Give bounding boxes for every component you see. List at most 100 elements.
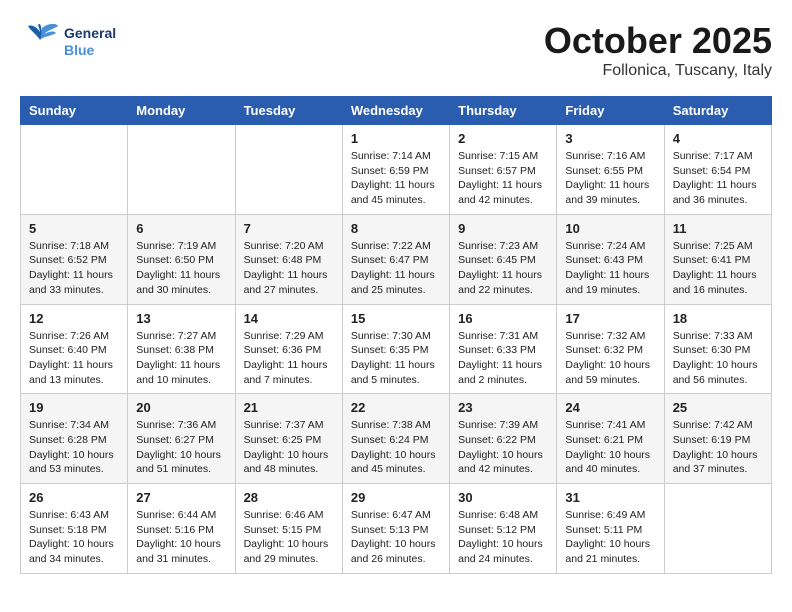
day-info: Sunrise: 7:22 AM Sunset: 6:47 PM Dayligh…	[351, 239, 441, 298]
day-number: 30	[458, 490, 548, 505]
calendar-day: 14 Sunrise: 7:29 AM Sunset: 6:36 PM Dayli…	[235, 304, 342, 394]
calendar-empty	[235, 125, 342, 215]
day-number: 10	[565, 221, 655, 236]
day-number: 23	[458, 400, 548, 415]
day-number: 5	[29, 221, 119, 236]
day-info: Sunrise: 7:26 AM Sunset: 6:40 PM Dayligh…	[29, 329, 119, 388]
day-number: 19	[29, 400, 119, 415]
day-of-week-header: Friday	[557, 97, 664, 125]
day-number: 15	[351, 311, 441, 326]
day-info: Sunrise: 7:36 AM Sunset: 6:27 PM Dayligh…	[136, 418, 226, 477]
day-info: Sunrise: 7:23 AM Sunset: 6:45 PM Dayligh…	[458, 239, 548, 298]
day-number: 8	[351, 221, 441, 236]
calendar-day: 11 Sunrise: 7:25 AM Sunset: 6:41 PM Dayli…	[664, 214, 771, 304]
day-number: 22	[351, 400, 441, 415]
logo-line2: Blue	[64, 42, 116, 59]
day-number: 17	[565, 311, 655, 326]
day-number: 1	[351, 131, 441, 146]
day-number: 13	[136, 311, 226, 326]
calendar-day: 13 Sunrise: 7:27 AM Sunset: 6:38 PM Dayli…	[128, 304, 235, 394]
day-number: 18	[673, 311, 763, 326]
day-number: 29	[351, 490, 441, 505]
calendar-day: 24 Sunrise: 7:41 AM Sunset: 6:21 PM Dayli…	[557, 394, 664, 484]
day-info: Sunrise: 7:16 AM Sunset: 6:55 PM Dayligh…	[565, 149, 655, 208]
title-block: October 2025 Follonica, Tuscany, Italy	[544, 20, 772, 80]
day-info: Sunrise: 7:17 AM Sunset: 6:54 PM Dayligh…	[673, 149, 763, 208]
day-number: 16	[458, 311, 548, 326]
day-number: 27	[136, 490, 226, 505]
calendar-day: 22 Sunrise: 7:38 AM Sunset: 6:24 PM Dayli…	[342, 394, 449, 484]
location: Follonica, Tuscany, Italy	[544, 62, 772, 80]
day-number: 6	[136, 221, 226, 236]
day-info: Sunrise: 7:42 AM Sunset: 6:19 PM Dayligh…	[673, 418, 763, 477]
day-number: 21	[244, 400, 334, 415]
day-info: Sunrise: 7:38 AM Sunset: 6:24 PM Dayligh…	[351, 418, 441, 477]
calendar-day: 3 Sunrise: 7:16 AM Sunset: 6:55 PM Daylig…	[557, 125, 664, 215]
calendar-day: 23 Sunrise: 7:39 AM Sunset: 6:22 PM Dayli…	[450, 394, 557, 484]
calendar-day: 15 Sunrise: 7:30 AM Sunset: 6:35 PM Dayli…	[342, 304, 449, 394]
day-info: Sunrise: 7:34 AM Sunset: 6:28 PM Dayligh…	[29, 418, 119, 477]
day-number: 7	[244, 221, 334, 236]
day-info: Sunrise: 7:32 AM Sunset: 6:32 PM Dayligh…	[565, 329, 655, 388]
day-number: 11	[673, 221, 763, 236]
day-info: Sunrise: 6:47 AM Sunset: 5:13 PM Dayligh…	[351, 508, 441, 567]
calendar-day: 5Sunrise: 7:18 AM Sunset: 6:52 PM Daylig…	[21, 214, 128, 304]
calendar-day: 4 Sunrise: 7:17 AM Sunset: 6:54 PM Daylig…	[664, 125, 771, 215]
day-number: 3	[565, 131, 655, 146]
day-info: Sunrise: 7:41 AM Sunset: 6:21 PM Dayligh…	[565, 418, 655, 477]
day-info: Sunrise: 7:37 AM Sunset: 6:25 PM Dayligh…	[244, 418, 334, 477]
calendar-day: 9 Sunrise: 7:23 AM Sunset: 6:45 PM Daylig…	[450, 214, 557, 304]
calendar-day: 25 Sunrise: 7:42 AM Sunset: 6:19 PM Dayli…	[664, 394, 771, 484]
calendar-table: SundayMondayTuesdayWednesdayThursdayFrid…	[20, 96, 772, 574]
calendar-day: 21 Sunrise: 7:37 AM Sunset: 6:25 PM Dayli…	[235, 394, 342, 484]
calendar-empty	[21, 125, 128, 215]
day-info: Sunrise: 7:30 AM Sunset: 6:35 PM Dayligh…	[351, 329, 441, 388]
calendar-day: 18 Sunrise: 7:33 AM Sunset: 6:30 PM Dayli…	[664, 304, 771, 394]
day-info: Sunrise: 7:14 AM Sunset: 6:59 PM Dayligh…	[351, 149, 441, 208]
day-info: Sunrise: 6:49 AM Sunset: 5:11 PM Dayligh…	[565, 508, 655, 567]
day-info: Sunrise: 7:20 AM Sunset: 6:48 PM Dayligh…	[244, 239, 334, 298]
day-info: Sunrise: 7:19 AM Sunset: 6:50 PM Dayligh…	[136, 239, 226, 298]
calendar-day: 19 Sunrise: 7:34 AM Sunset: 6:28 PM Dayli…	[21, 394, 128, 484]
calendar-empty	[128, 125, 235, 215]
day-info: Sunrise: 6:43 AM Sunset: 5:18 PM Dayligh…	[29, 508, 119, 567]
day-number: 9	[458, 221, 548, 236]
calendar-day: 16Sunrise: 7:31 AM Sunset: 6:33 PM Dayli…	[450, 304, 557, 394]
day-info: Sunrise: 7:27 AM Sunset: 6:38 PM Dayligh…	[136, 329, 226, 388]
day-info: Sunrise: 7:25 AM Sunset: 6:41 PM Dayligh…	[673, 239, 763, 298]
day-of-week-header: Saturday	[664, 97, 771, 125]
day-info: Sunrise: 7:39 AM Sunset: 6:22 PM Dayligh…	[458, 418, 548, 477]
calendar-day: 26Sunrise: 6:43 AM Sunset: 5:18 PM Dayli…	[21, 484, 128, 574]
day-of-week-header: Monday	[128, 97, 235, 125]
day-number: 12	[29, 311, 119, 326]
day-of-week-header: Sunday	[21, 97, 128, 125]
month-title: October 2025	[544, 20, 772, 62]
day-of-week-header: Wednesday	[342, 97, 449, 125]
calendar-day: 17 Sunrise: 7:32 AM Sunset: 6:32 PM Dayli…	[557, 304, 664, 394]
day-info: Sunrise: 7:29 AM Sunset: 6:36 PM Dayligh…	[244, 329, 334, 388]
day-number: 2	[458, 131, 548, 146]
calendar-day: 20 Sunrise: 7:36 AM Sunset: 6:27 PM Dayli…	[128, 394, 235, 484]
logo: General Blue	[20, 20, 116, 64]
day-info: Sunrise: 7:15 AM Sunset: 6:57 PM Dayligh…	[458, 149, 548, 208]
day-number: 28	[244, 490, 334, 505]
calendar-day: 6 Sunrise: 7:19 AM Sunset: 6:50 PM Daylig…	[128, 214, 235, 304]
calendar-day: 29 Sunrise: 6:47 AM Sunset: 5:13 PM Dayli…	[342, 484, 449, 574]
calendar-day: 7 Sunrise: 7:20 AM Sunset: 6:48 PM Daylig…	[235, 214, 342, 304]
day-info: Sunrise: 6:48 AM Sunset: 5:12 PM Dayligh…	[458, 508, 548, 567]
calendar-day: 8 Sunrise: 7:22 AM Sunset: 6:47 PM Daylig…	[342, 214, 449, 304]
day-number: 14	[244, 311, 334, 326]
logo-line1: General	[64, 25, 116, 42]
day-number: 20	[136, 400, 226, 415]
day-info: Sunrise: 7:33 AM Sunset: 6:30 PM Dayligh…	[673, 329, 763, 388]
day-number: 24	[565, 400, 655, 415]
day-of-week-header: Tuesday	[235, 97, 342, 125]
calendar-day: 27 Sunrise: 6:44 AM Sunset: 5:16 PM Dayli…	[128, 484, 235, 574]
page-header: General Blue October 2025 Follonica, Tus…	[20, 20, 772, 80]
day-number: 4	[673, 131, 763, 146]
calendar-day: 1 Sunrise: 7:14 AM Sunset: 6:59 PM Daylig…	[342, 125, 449, 215]
day-info: Sunrise: 6:46 AM Sunset: 5:15 PM Dayligh…	[244, 508, 334, 567]
calendar-day: 10Sunrise: 7:24 AM Sunset: 6:43 PM Dayli…	[557, 214, 664, 304]
day-info: Sunrise: 6:44 AM Sunset: 5:16 PM Dayligh…	[136, 508, 226, 567]
day-number: 25	[673, 400, 763, 415]
